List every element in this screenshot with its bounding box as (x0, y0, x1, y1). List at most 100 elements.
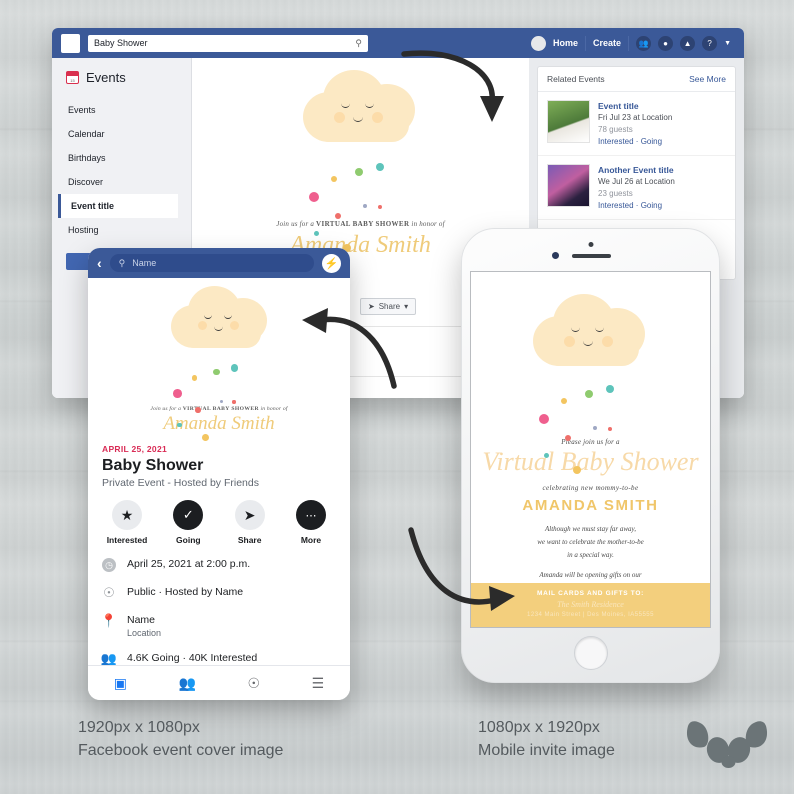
invite-body-2: we want to celebrate the mother-to-be (537, 537, 644, 546)
cloud-cheek-right (371, 112, 383, 123)
more-button-label: More (300, 535, 322, 545)
divider (585, 35, 587, 51)
facebook-logo-icon[interactable] (61, 33, 80, 53)
chevron-down-icon: ▾ (404, 302, 409, 311)
mobile-join-suffix: in honor of (258, 406, 288, 412)
home-button[interactable] (573, 636, 608, 670)
related-event-guests: 78 guests (598, 124, 633, 134)
mobile-join-emphasis: VIRTUAL BABY SHOWER (182, 406, 259, 412)
related-event-when: We Jul 26 at Location (598, 177, 675, 187)
confetti-dot (605, 385, 614, 394)
share-arrow-icon: ➤ (368, 302, 375, 311)
sidebar-heading: Events (66, 70, 191, 85)
mobile-search-placeholder: Name (132, 258, 157, 268)
mobile-detail-rows: ◷ April 25, 2021 at 2:00 p.m. ☉ Public ·… (88, 545, 350, 666)
confetti-dot (375, 163, 384, 172)
cloud-mouth (352, 116, 363, 122)
share-arrow-icon: ➤ (234, 500, 265, 530)
messenger-icon[interactable]: ● (658, 35, 674, 51)
related-event-guests: 23 guests (598, 189, 633, 198)
mobile-event-info: APRIL 25, 2021 Baby Shower Private Event… (88, 434, 350, 489)
question-icon[interactable]: ? (702, 35, 718, 51)
confetti-dot (543, 453, 549, 459)
going-button[interactable]: ✓ Going (165, 500, 211, 545)
iphone-mockup: Please join us for a Virtual Baby Shower… (461, 228, 720, 683)
related-event-actions[interactable]: Interested · Going (598, 200, 675, 212)
chevron-down-icon[interactable]: ▼ (724, 40, 731, 47)
related-event-row[interactable]: Event title Fri Jul 23 at Location 78 gu… (538, 92, 735, 157)
avatar[interactable] (531, 35, 547, 51)
detail-row-privacy: ☉ Public · Hosted by Name (102, 585, 336, 600)
share-button[interactable]: ➤ Share (227, 500, 273, 545)
sidebar-item-birthdays[interactable]: Birthdays (66, 146, 191, 170)
confetti-dot (362, 204, 367, 209)
invite-honoree-name: AMANDA SMITH (522, 497, 659, 514)
invite-footer-name: The Smith Residence (557, 600, 624, 609)
cloud-illustration (281, 70, 441, 158)
sidebar-item-events[interactable]: Events (66, 98, 191, 122)
sidebar-item-discover[interactable]: Discover (66, 170, 191, 194)
see-more-link[interactable]: See More (689, 74, 726, 84)
confetti-dot (354, 168, 363, 176)
mobile-action-bar: ★ Interested ✓ Going ➤ Share ⋯ More (88, 489, 350, 545)
caption-right: 1080px x 1920px Mobile invite image (478, 716, 615, 762)
bell-icon[interactable]: ▲ (680, 35, 696, 51)
invite-please-join: Please join us for a (561, 438, 620, 446)
related-event-actions[interactable]: Interested · Going (598, 136, 672, 148)
confetti-dot (572, 466, 581, 474)
friends-icon[interactable]: 👥 (179, 675, 196, 692)
earpiece-speaker (572, 254, 611, 258)
search-icon[interactable]: ⚲ (355, 38, 362, 49)
invite-script-title: Virtual Baby Shower (482, 447, 699, 476)
nav-create-link[interactable]: Create (593, 38, 621, 48)
caption-right-size: 1080px x 1920px (478, 719, 600, 736)
interested-button[interactable]: ★ Interested (104, 500, 150, 545)
related-event-row[interactable]: Another Event title We Jul 26 at Locatio… (538, 156, 735, 221)
more-button[interactable]: ⋯ More (288, 500, 334, 545)
confetti-dots (281, 158, 441, 252)
detail-row-location-sub: Location (127, 628, 162, 639)
globe-icon: ☉ (103, 585, 115, 600)
proximity-sensor-icon (552, 252, 559, 259)
related-event-title[interactable]: Event title (598, 100, 672, 112)
interested-button-label: Interested (106, 535, 148, 545)
invite-footer-label: MAIL CARDS AND GIFTS TO: (537, 590, 644, 597)
bell-icon[interactable]: ☉ (248, 675, 261, 692)
cloud-face (511, 294, 671, 380)
invite-celebrating: celebrating new mommy-to-be (542, 484, 639, 492)
invite-body-1: Although we must stay far away, (545, 525, 636, 533)
news-feed-icon[interactable]: ▣ (114, 675, 127, 692)
chevron-left-icon[interactable]: ‹ (97, 256, 102, 270)
search-input[interactable]: Baby Shower ⚲ (88, 34, 368, 52)
sidebar-item-calendar[interactable]: Calendar (66, 122, 191, 146)
hamburger-menu-icon[interactable]: ☰ (312, 675, 325, 692)
confetti-dot (334, 213, 341, 220)
nav-home-link[interactable]: Home (553, 38, 578, 48)
invite-footer-address: 1234 Main Street | Des Moines, IA55555 (527, 612, 654, 618)
sidebar-item-event-title[interactable]: Event title (58, 194, 178, 218)
related-events-title: Related Events (547, 74, 605, 84)
confetti-dot (177, 422, 182, 428)
detail-row-guests[interactable]: 👥 4.6K Going · 40K Interested (101, 651, 336, 666)
friends-icon[interactable]: 👥 (636, 35, 652, 51)
mobile-app-event-screen: ‹ ⚲ Name ⚡ Join us for a VIRTUAL BABY SH… (88, 248, 350, 700)
confetti-dot (584, 390, 593, 398)
related-event-title[interactable]: Another Event title (598, 164, 675, 176)
share-button[interactable]: ➤ Share ▾ (360, 298, 417, 315)
mobile-search-input[interactable]: ⚲ Name (109, 254, 314, 272)
detail-row-privacy-text: Public · Hosted by Name (127, 586, 244, 598)
facebook-top-navigation-bar: Baby Shower ⚲ Home Create 👥 ● ▲ ? ▼ (52, 28, 744, 58)
phone-screen: Please join us for a Virtual Baby Shower… (470, 271, 711, 628)
sidebar-item-hosting[interactable]: Hosting (66, 218, 191, 242)
confetti-dot (195, 407, 201, 413)
confetti-dot (212, 368, 220, 376)
cloud-face (281, 70, 441, 158)
messenger-icon[interactable]: ⚡ (322, 253, 341, 273)
caption-left: 1920px x 1080px Facebook event cover ima… (78, 716, 283, 762)
detail-row-location[interactable]: 📍 Name Location (101, 613, 336, 639)
mobile-join-prefix: Join us for a (150, 406, 183, 412)
mobile-bottom-navigation: ▣ 👥 ☉ ☰ (88, 665, 350, 700)
mobile-join-line: Join us for a VIRTUAL BABY SHOWER in hon… (88, 406, 350, 412)
detail-row-location-name: Name (127, 614, 156, 626)
share-button-label: Share (237, 535, 262, 545)
